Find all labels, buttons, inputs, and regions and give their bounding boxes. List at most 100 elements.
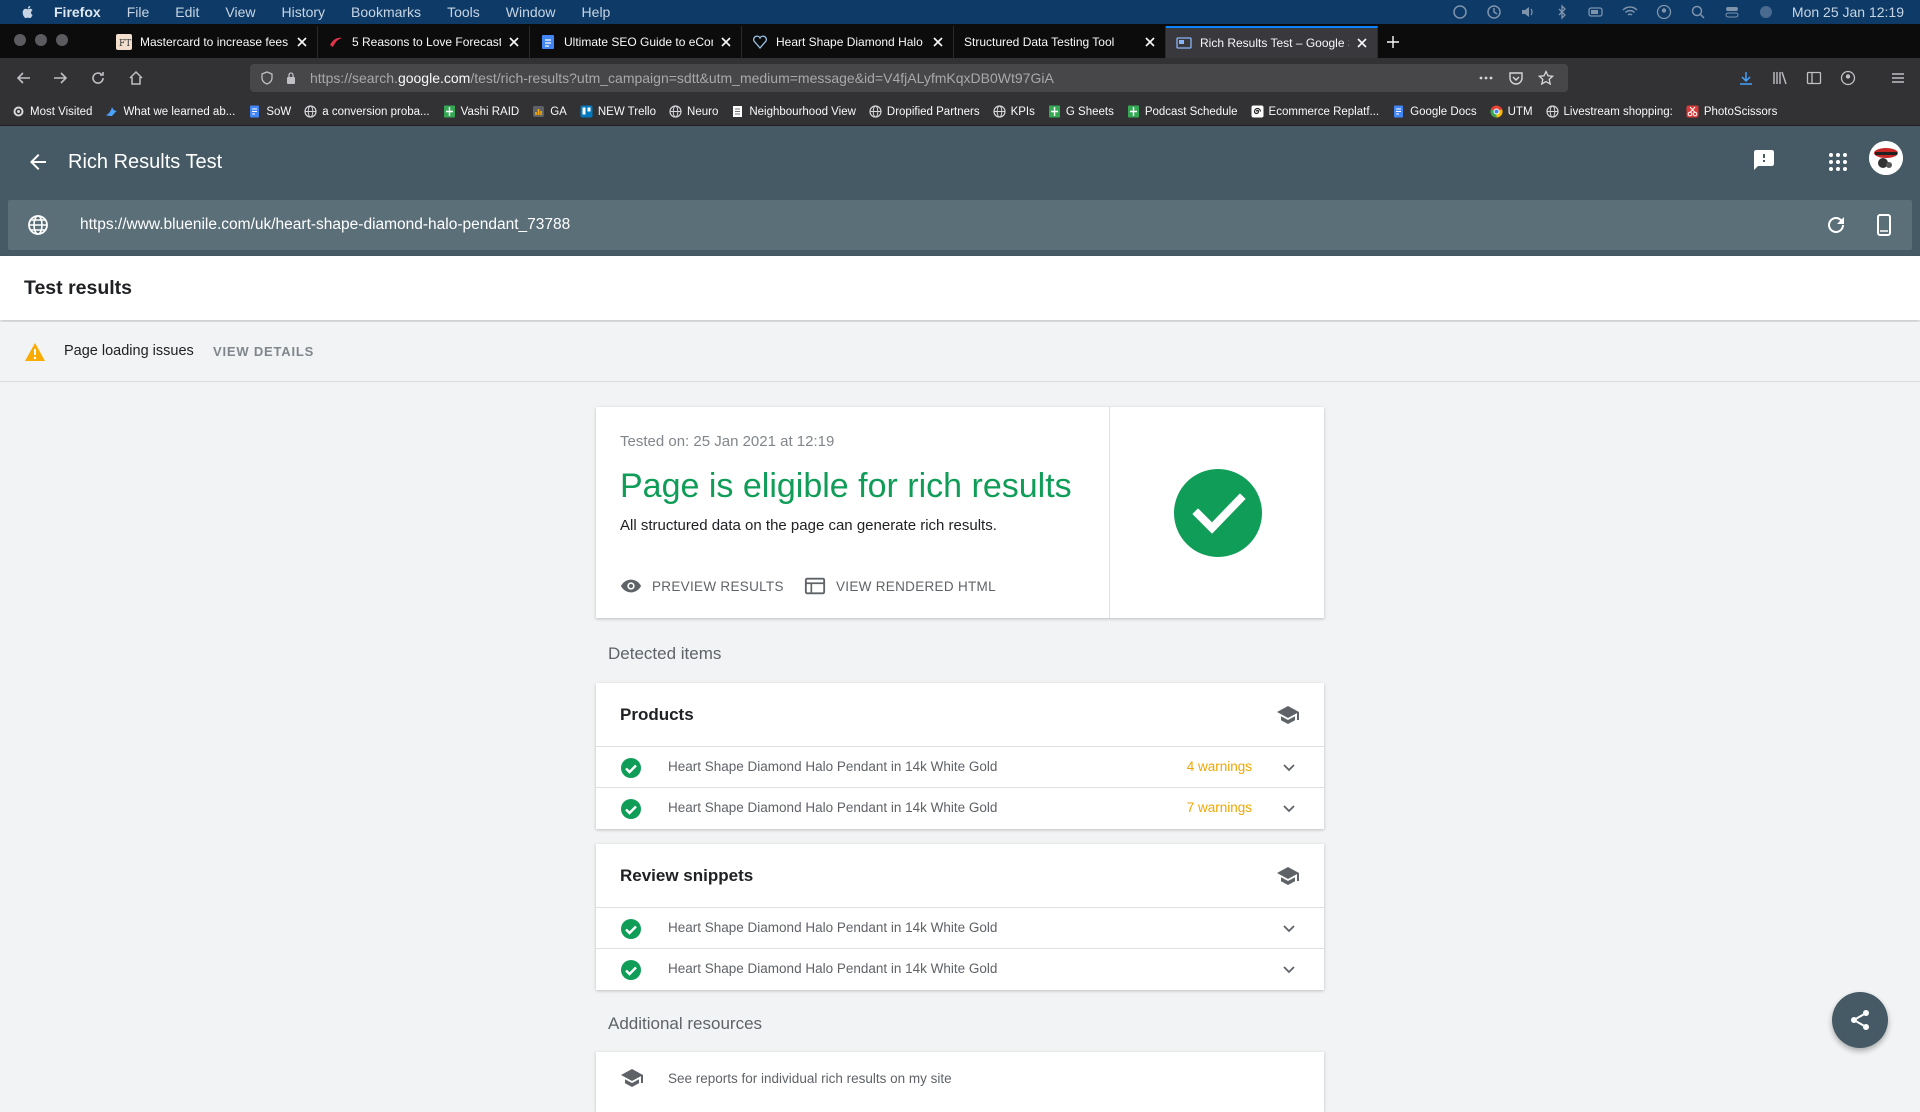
- chevron-down-icon[interactable]: [1278, 757, 1300, 779]
- tracking-shield-icon[interactable]: [260, 71, 274, 85]
- bookmark-item[interactable]: Neuro: [669, 105, 718, 118]
- bookmark-item[interactable]: Most Visited: [12, 105, 92, 118]
- menu-window[interactable]: Window: [506, 4, 556, 20]
- menu-firefox[interactable]: Firefox: [54, 4, 101, 20]
- view-rendered-html-button[interactable]: VIEW RENDERED HTML: [804, 575, 996, 597]
- reload-icon[interactable]: [90, 70, 106, 86]
- review-item[interactable]: Heart Shape Diamond Halo Pendant in 14k …: [596, 949, 1324, 990]
- bookmark-label: Google Docs: [1410, 105, 1477, 118]
- url-input-bar[interactable]: https://www.bluenile.com/uk/heart-shape-…: [8, 200, 1912, 250]
- tested-url-field[interactable]: https://www.bluenile.com/uk/heart-shape-…: [80, 215, 570, 235]
- resource-text: See reports for individual rich results …: [668, 1071, 952, 1086]
- pocket-icon[interactable]: [1508, 70, 1524, 86]
- chevron-down-icon[interactable]: [1278, 918, 1300, 940]
- hamburger-menu-icon[interactable]: [1890, 70, 1906, 86]
- close-window-button[interactable]: [14, 34, 26, 46]
- user-icon[interactable]: [1656, 4, 1672, 20]
- close-tab-icon[interactable]: [295, 35, 309, 49]
- close-tab-icon[interactable]: [719, 35, 733, 49]
- home-icon[interactable]: [128, 70, 144, 86]
- close-tab-icon[interactable]: [931, 35, 945, 49]
- tab-mastercard[interactable]: FT Mastercard to increase fees for: [106, 26, 318, 58]
- graduation-cap-icon[interactable]: [1276, 703, 1300, 727]
- share-button[interactable]: [1832, 992, 1888, 1048]
- lock-icon[interactable]: [284, 71, 298, 85]
- close-tab-icon[interactable]: [1143, 35, 1157, 49]
- control-center-icon[interactable]: [1724, 4, 1740, 20]
- review-item[interactable]: Heart Shape Diamond Halo Pendant in 14k …: [596, 908, 1324, 949]
- tab-rich-results[interactable]: Rich Results Test – Google Sea: [1166, 26, 1378, 58]
- menu-edit[interactable]: Edit: [175, 4, 199, 20]
- close-tab-icon[interactable]: [1355, 36, 1369, 50]
- menu-tools[interactable]: Tools: [447, 4, 480, 20]
- library-icon[interactable]: [1772, 70, 1788, 86]
- minimize-window-button[interactable]: [35, 34, 47, 46]
- view-details-button[interactable]: VIEW DETAILS: [213, 344, 314, 359]
- bookmark-item[interactable]: Google Docs: [1392, 105, 1477, 118]
- menu-history[interactable]: History: [281, 4, 325, 20]
- feedback-icon[interactable]: [1752, 148, 1776, 172]
- avatar[interactable]: [1869, 141, 1903, 175]
- bookmark-item[interactable]: G Sheets: [1048, 105, 1114, 118]
- tab-seo-guide[interactable]: Ultimate SEO Guide to eComme: [530, 26, 742, 58]
- menu-help[interactable]: Help: [582, 4, 611, 20]
- heart-favicon: [753, 35, 767, 49]
- account-icon[interactable]: [1840, 70, 1856, 86]
- bluetooth-icon[interactable]: [1554, 4, 1570, 20]
- bookmark-label: What we learned ab...: [123, 105, 236, 118]
- forward-icon[interactable]: [52, 70, 68, 86]
- bookmark-item[interactable]: a conversion proba...: [304, 105, 430, 118]
- bookmark-item[interactable]: KPIs: [992, 105, 1035, 118]
- avatar-image: [1869, 141, 1903, 175]
- bookmark-item[interactable]: NEW Trello: [580, 105, 656, 118]
- close-tab-icon[interactable]: [507, 35, 521, 49]
- bookmark-item[interactable]: Neighbourhood View: [731, 105, 856, 118]
- new-tab-button[interactable]: [1378, 26, 1408, 58]
- menu-bookmarks[interactable]: Bookmarks: [351, 4, 421, 20]
- battery-icon[interactable]: [1588, 4, 1604, 20]
- apple-icon[interactable]: [20, 4, 36, 20]
- tab-structured-data[interactable]: Structured Data Testing Tool: [954, 26, 1166, 58]
- focus-icon[interactable]: [1452, 4, 1468, 20]
- apps-grid-icon[interactable]: [1826, 150, 1850, 174]
- zoom-window-button[interactable]: [56, 34, 68, 46]
- time-machine-icon[interactable]: [1486, 4, 1502, 20]
- refresh-icon[interactable]: [1824, 213, 1848, 237]
- wifi-icon[interactable]: [1622, 4, 1638, 20]
- bookmark-star-icon[interactable]: [1538, 70, 1554, 86]
- chevron-down-icon[interactable]: [1278, 798, 1300, 820]
- arrow-back-icon[interactable]: [26, 150, 50, 174]
- menu-view[interactable]: View: [225, 4, 255, 20]
- bookmark-item[interactable]: GA: [532, 105, 567, 118]
- bookmark-item[interactable]: Vashi RAID: [443, 105, 519, 118]
- volume-icon[interactable]: [1520, 4, 1536, 20]
- downloads-icon[interactable]: [1738, 70, 1754, 86]
- bookmark-item[interactable]: SoW: [248, 105, 291, 118]
- product-item[interactable]: Heart Shape Diamond Halo Pendant in 14k …: [596, 747, 1324, 788]
- smartphone-icon[interactable]: [1872, 213, 1896, 237]
- bookmark-item[interactable]: Podcast Schedule: [1127, 105, 1238, 118]
- bookmark-label: Livestream shopping:: [1563, 105, 1673, 118]
- product-item[interactable]: Heart Shape Diamond Halo Pendant in 14k …: [596, 788, 1324, 829]
- siri-icon[interactable]: [1758, 4, 1774, 20]
- sidebar-icon[interactable]: [1806, 70, 1822, 86]
- tab-forecaster[interactable]: 5 Reasons to Love Forecaster -: [318, 26, 530, 58]
- more-actions-icon[interactable]: [1478, 70, 1494, 86]
- status-description: All structured data on the page can gene…: [620, 517, 997, 534]
- clock[interactable]: Mon 25 Jan 12:19: [1792, 4, 1904, 20]
- preview-results-button[interactable]: PREVIEW RESULTS: [620, 575, 784, 597]
- bookmark-item[interactable]: UTM: [1490, 105, 1533, 118]
- tab-heart-pendant[interactable]: Heart Shape Diamond Halo Pen: [742, 26, 954, 58]
- chevron-down-icon[interactable]: [1278, 959, 1300, 981]
- bookmark-item[interactable]: What we learned ab...: [105, 105, 235, 118]
- resource-item[interactable]: See reports for individual rich results …: [596, 1052, 1324, 1112]
- address-bar[interactable]: https://search.google.com/test/rich-resu…: [250, 64, 1568, 92]
- graduation-cap-icon[interactable]: [1276, 864, 1300, 888]
- spotlight-search-icon[interactable]: [1690, 4, 1706, 20]
- bookmark-item[interactable]: Livestream shopping:: [1545, 105, 1673, 118]
- bookmark-item[interactable]: PhotoScissors: [1686, 105, 1777, 118]
- menu-file[interactable]: File: [127, 4, 150, 20]
- bookmark-item[interactable]: Ecommerce Replatf...: [1251, 105, 1379, 118]
- bookmark-item[interactable]: Dropified Partners: [869, 105, 980, 118]
- back-icon[interactable]: [16, 70, 32, 86]
